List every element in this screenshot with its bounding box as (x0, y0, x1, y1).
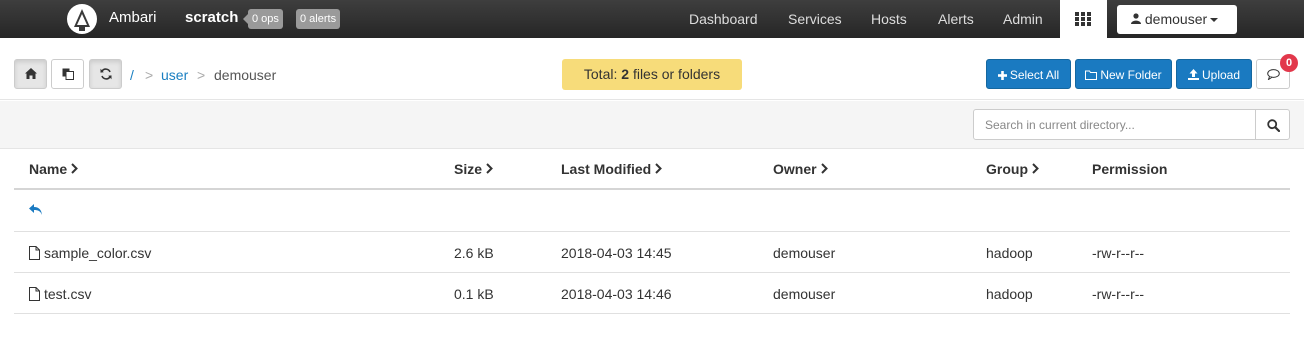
user-menu-button[interactable]: demouser (1117, 5, 1237, 34)
ambari-logo-icon[interactable] (66, 3, 98, 35)
chevron-right-icon (486, 161, 493, 177)
file-name: sample_color.csv (44, 245, 152, 261)
total-prefix: Total: (583, 66, 618, 82)
nav-admin[interactable]: Admin (1003, 11, 1043, 27)
column-header-owner[interactable]: Owner (773, 161, 828, 177)
breadcrumb-separator: > (145, 67, 154, 83)
chevron-right-icon (655, 161, 663, 177)
parent-directory-row[interactable] (14, 191, 1290, 232)
breadcrumb-separator: > (197, 67, 206, 83)
file-icon (29, 246, 40, 260)
chevron-right-icon (71, 161, 79, 177)
home-button[interactable] (14, 59, 47, 89)
upload-icon (1187, 69, 1199, 80)
alerts-badge[interactable]: 0 alerts (296, 9, 341, 29)
nav-alerts[interactable]: Alerts (938, 11, 974, 27)
file-size: 2.6 kB (454, 245, 494, 261)
total-count: 2 (621, 66, 630, 82)
chevron-right-icon (820, 161, 828, 177)
breadcrumb-user[interactable]: user (161, 67, 188, 83)
column-header-last-modified[interactable]: Last Modified (561, 161, 663, 177)
new-folder-label: New Folder (1100, 68, 1162, 82)
nav-services[interactable]: Services (788, 11, 842, 27)
cluster-name[interactable]: scratch (185, 9, 238, 26)
file-modified: 2018-04-03 14:46 (561, 286, 672, 302)
ops-badge[interactable]: 0 ops (243, 9, 283, 29)
search-icon (1267, 119, 1280, 132)
reply-icon[interactable] (29, 204, 43, 216)
brand-name[interactable]: Ambari (109, 9, 157, 26)
search-bar (0, 101, 1304, 149)
column-header-group[interactable]: Group (986, 161, 1039, 177)
file-name-cell[interactable]: test.csv (29, 286, 91, 302)
search-button[interactable] (1255, 109, 1290, 140)
folder-icon (1085, 70, 1098, 80)
table-row[interactable]: sample_color.csv 2.6 kB 2018-04-03 14:45… (14, 232, 1290, 273)
search-input[interactable] (973, 109, 1256, 140)
home-icon (25, 68, 37, 79)
nav-hosts[interactable]: Hosts (871, 11, 907, 27)
select-all-button[interactable]: Select All (986, 59, 1071, 89)
total-count-banner: Total: 2 files or folders (562, 59, 742, 90)
file-icon (29, 287, 40, 301)
file-table-header: Name Size Last Modified Owner Group Perm… (14, 150, 1290, 190)
top-navbar: Ambari scratch 0 ops 0 alerts Dashboard … (0, 0, 1304, 38)
file-name: test.csv (44, 286, 92, 302)
refresh-icon (100, 68, 112, 80)
user-name: demouser (1144, 11, 1208, 27)
upload-button[interactable]: Upload (1176, 59, 1252, 89)
file-toolbar: / > user > demouser Total: 2 files or fo… (0, 38, 1304, 100)
total-suffix: files or folders (632, 66, 721, 82)
file-group: hadoop (986, 286, 1033, 302)
comment-icon (1267, 69, 1280, 80)
column-header-size[interactable]: Size (454, 161, 493, 177)
nav-dashboard[interactable]: Dashboard (689, 11, 758, 27)
views-menu-button[interactable] (1060, 0, 1107, 38)
refresh-button[interactable] (89, 59, 122, 89)
table-row[interactable]: test.csv 0.1 kB 2018-04-03 14:46 demouse… (14, 273, 1290, 314)
file-owner: demouser (773, 245, 836, 261)
copy-path-button[interactable] (51, 59, 84, 89)
caret-down-icon (1210, 18, 1219, 22)
apps-grid-icon (1075, 12, 1091, 26)
new-folder-button[interactable]: New Folder (1075, 59, 1172, 89)
column-header-name[interactable]: Name (29, 161, 79, 177)
chevron-right-icon (1032, 161, 1039, 177)
column-header-permission: Permission (1092, 161, 1168, 177)
breadcrumb-root[interactable]: / (130, 67, 134, 83)
upload-label: Upload (1201, 68, 1241, 82)
plus-icon (997, 71, 1007, 80)
copy-icon (62, 68, 74, 80)
file-size: 0.1 kB (454, 286, 494, 302)
user-icon (1131, 13, 1141, 24)
file-permission: -rw-r--r-- (1092, 245, 1145, 261)
file-modified: 2018-04-03 14:45 (561, 245, 672, 261)
file-owner: demouser (773, 286, 836, 302)
select-all-label: Select All (1009, 68, 1060, 82)
file-group: hadoop (986, 245, 1033, 261)
breadcrumb-current: demouser (214, 67, 277, 83)
notification-count-badge[interactable]: 0 (1280, 54, 1298, 72)
file-permission: -rw-r--r-- (1092, 286, 1145, 302)
file-name-cell[interactable]: sample_color.csv (29, 245, 151, 261)
